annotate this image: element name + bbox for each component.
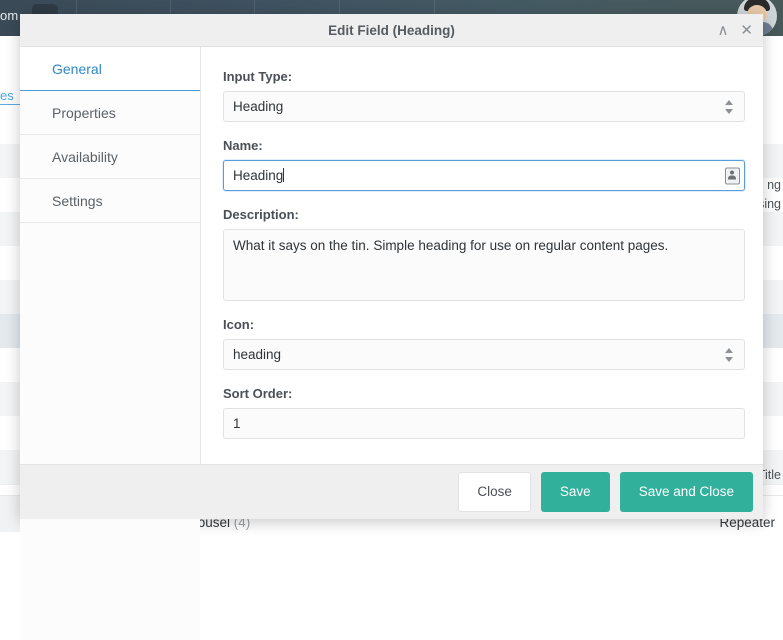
field-input-type: Input Type: Heading bbox=[223, 69, 745, 122]
modal-title: Edit Field (Heading) bbox=[328, 22, 455, 38]
name-input-value: Heading bbox=[233, 168, 284, 183]
tab-properties[interactable]: Properties bbox=[20, 91, 200, 135]
save-button[interactable]: Save bbox=[540, 472, 610, 512]
tab-label: General bbox=[52, 60, 102, 77]
collapse-icon[interactable]: ∧ bbox=[717, 23, 728, 38]
background-left-rule bbox=[0, 104, 22, 105]
brand-text-fragment: om bbox=[0, 8, 19, 23]
description-textarea[interactable]: What it says on the tin. Simple heading … bbox=[223, 229, 745, 301]
tab-settings[interactable]: Settings bbox=[20, 179, 200, 223]
tab-availability[interactable]: Availability bbox=[20, 135, 200, 179]
field-name: Name: Heading bbox=[223, 138, 745, 191]
field-sort-order: Sort Order: 1 bbox=[223, 386, 745, 439]
general-tab-pane: Input Type: Heading Name: Heading Descri… bbox=[201, 47, 763, 464]
sort-order-input[interactable]: 1 bbox=[223, 408, 745, 439]
tab-label: Settings bbox=[52, 192, 103, 209]
icon-label: Icon: bbox=[223, 317, 255, 332]
tab-label: Properties bbox=[52, 104, 116, 121]
description-label: Description: bbox=[223, 207, 299, 222]
tab-label: Availability bbox=[52, 148, 118, 165]
background-text-fragment: ng bbox=[767, 178, 781, 192]
close-button[interactable]: Close bbox=[458, 472, 531, 512]
save-and-close-button[interactable]: Save and Close bbox=[619, 472, 753, 512]
modal-footer: Close Save Save and Close bbox=[20, 464, 763, 519]
input-type-label: Input Type: bbox=[223, 69, 293, 84]
modal-header: Edit Field (Heading) ∧ ✕ bbox=[20, 14, 763, 47]
tab-general[interactable]: General bbox=[20, 47, 200, 91]
modal-body: General Properties Availability Settings… bbox=[20, 47, 763, 640]
contact-card-icon[interactable] bbox=[725, 167, 740, 184]
background-left-link[interactable]: es bbox=[0, 88, 14, 103]
field-icon: Icon: heading bbox=[223, 317, 745, 370]
field-description: Description: What it says on the tin. Si… bbox=[223, 207, 745, 301]
input-type-select[interactable]: Heading bbox=[223, 91, 745, 122]
modal-header-actions: ∧ ✕ bbox=[717, 14, 753, 46]
modal-tabs: General Properties Availability Settings bbox=[20, 47, 201, 640]
text-cursor bbox=[283, 168, 285, 182]
name-label: Name: bbox=[223, 138, 263, 153]
sort-order-label: Sort Order: bbox=[223, 386, 293, 401]
name-input[interactable]: Heading bbox=[223, 160, 745, 191]
icon-select[interactable]: heading bbox=[223, 339, 745, 370]
tabs-filler bbox=[20, 223, 200, 640]
close-icon[interactable]: ✕ bbox=[740, 23, 753, 38]
edit-field-modal: Edit Field (Heading) ∧ ✕ General Propert… bbox=[20, 14, 763, 640]
